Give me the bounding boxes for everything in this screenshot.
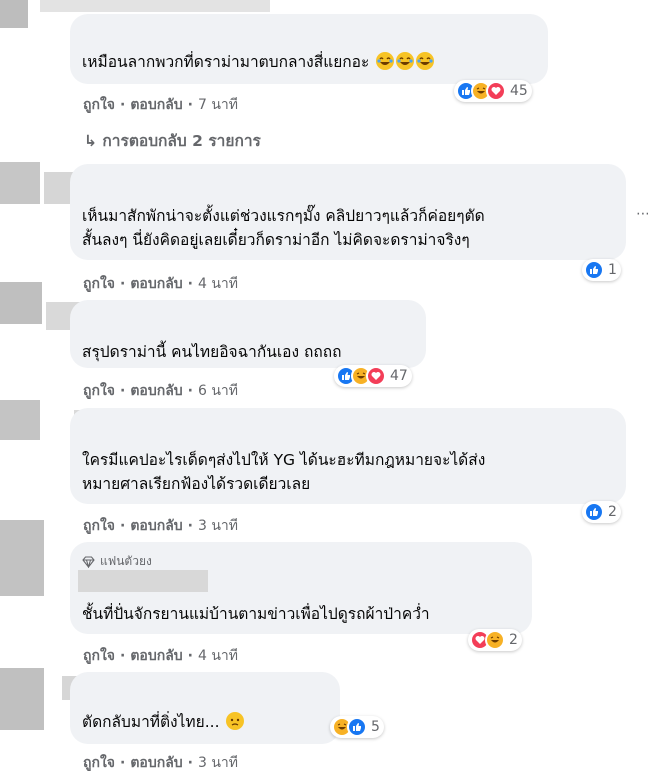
reaction-summary[interactable]: 5: [330, 716, 384, 738]
comment-actions: ถูกใจ · ตอบกลับ · 4 นาที: [83, 645, 238, 667]
reply-button[interactable]: ตอบกลับ: [130, 273, 182, 295]
avatar[interactable]: [0, 162, 40, 204]
like-reaction-icon: [584, 502, 604, 522]
view-replies-link[interactable]: ↳ การตอบกลับ 2 รายการ: [84, 128, 261, 153]
reaction-count: 45: [510, 83, 528, 99]
laughing-crying-emoji: [416, 52, 435, 70]
comment-text: ใครมีแคปอะไรเด็ดๆส่งไปให้ YG ได้นะฮะทีมก…: [82, 451, 486, 493]
separator: ·: [120, 97, 126, 113]
separator: ·: [120, 276, 126, 292]
timestamp[interactable]: 6 นาที: [198, 380, 238, 402]
reaction-summary[interactable]: 2: [582, 501, 621, 523]
separator: ·: [187, 648, 193, 664]
avatar[interactable]: [0, 668, 44, 730]
comment-bubble: แฟนตัวยง ชั้นที่ปั่นจักรยานแม่บ้านตามข่า…: [70, 542, 532, 634]
timestamp[interactable]: 3 นาที: [198, 752, 238, 774]
commenter-name-redacted[interactable]: [78, 570, 208, 592]
comment-actions: ถูกใจ · ตอบกลับ · 6 นาที: [83, 380, 238, 402]
laughing-crying-emoji: [376, 52, 395, 70]
comment-text: เหมือนลากพวกที่ดราม่ามาตบกลางสี่แยกอะ: [82, 50, 435, 74]
comment-bubble: เห็นมาสักพักน่าจะตั้งแต่ช่วงแรกๆมั๊ง คลิ…: [70, 164, 626, 260]
reaction-count: 1: [608, 262, 617, 278]
comment-text: ตัดกลับมาที่ติ่งไทย...: [82, 710, 245, 734]
like-reaction-icon: [347, 717, 367, 737]
reaction-summary[interactable]: 47: [334, 365, 412, 387]
separator: ·: [187, 276, 193, 292]
separator: ·: [187, 383, 193, 399]
reaction-summary[interactable]: 45: [454, 80, 532, 102]
top-fan-badge: แฟนตัวยง: [82, 552, 152, 571]
timestamp[interactable]: 7 นาที: [198, 94, 238, 116]
timestamp[interactable]: 4 นาที: [198, 273, 238, 295]
reaction-summary[interactable]: 1: [582, 259, 621, 281]
like-button[interactable]: ถูกใจ: [83, 273, 115, 295]
comment-actions: ถูกใจ · ตอบกลับ · 7 นาที: [83, 94, 238, 116]
reply-button[interactable]: ตอบกลับ: [130, 515, 182, 537]
like-button[interactable]: ถูกใจ: [83, 752, 115, 774]
reaction-count: 5: [371, 719, 380, 735]
timestamp[interactable]: 3 นาที: [198, 515, 238, 537]
reply-arrow-icon: ↳: [84, 132, 97, 150]
separator: ·: [187, 755, 193, 771]
like-reaction-icon: [584, 260, 604, 280]
sad-face-emoji: [226, 712, 245, 730]
avatar[interactable]: [0, 400, 40, 440]
love-reaction-icon: [366, 366, 386, 386]
avatar[interactable]: [0, 520, 44, 596]
separator: ·: [120, 383, 126, 399]
like-button[interactable]: ถูกใจ: [83, 515, 115, 537]
comment-text: ชั้นที่ปั่นจักรยานแม่บ้านตามข่าวเพื่อไปด…: [82, 605, 430, 623]
reply-button[interactable]: ตอบกลับ: [130, 645, 182, 667]
avatar[interactable]: [0, 282, 42, 324]
comment-bubble: เหมือนลากพวกที่ดราม่ามาตบกลางสี่แยกอะ: [70, 14, 548, 84]
avatar[interactable]: [0, 0, 28, 28]
haha-reaction-icon: [485, 630, 505, 650]
badge-label: แฟนตัวยง: [100, 554, 152, 568]
commenter-name-redacted[interactable]: [40, 0, 270, 12]
comment-actions: ถูกใจ · ตอบกลับ · 3 นาที: [83, 515, 238, 537]
separator: ·: [187, 97, 193, 113]
reply-button[interactable]: ตอบกลับ: [130, 752, 182, 774]
diamond-icon: [82, 555, 95, 568]
reaction-count: 2: [608, 504, 617, 520]
like-button[interactable]: ถูกใจ: [83, 94, 115, 116]
like-button[interactable]: ถูกใจ: [83, 645, 115, 667]
laughing-crying-emoji: [396, 52, 415, 70]
separator: ·: [187, 518, 193, 534]
more-options-icon[interactable]: ⋯: [636, 207, 648, 221]
love-reaction-icon: [486, 81, 506, 101]
comment-text: สรุปดราม่านี้ คนไทยอิจฉากันเอง ถถถถ: [82, 343, 342, 361]
timestamp[interactable]: 4 นาที: [198, 645, 238, 667]
separator: ·: [120, 648, 126, 664]
comment-bubble: สรุปดราม่านี้ คนไทยอิจฉากันเอง ถถถถ: [70, 300, 426, 368]
reply-button[interactable]: ตอบกลับ: [130, 94, 182, 116]
view-replies-label: การตอบกลับ 2 รายการ: [102, 132, 261, 150]
reaction-summary[interactable]: 2: [468, 629, 522, 651]
comment-actions: ถูกใจ · ตอบกลับ · 4 นาที: [83, 273, 238, 295]
separator: ·: [120, 755, 126, 771]
comment-bubble: ใครมีแคปอะไรเด็ดๆส่งไปให้ YG ได้นะฮะทีมก…: [70, 408, 626, 504]
separator: ·: [120, 518, 126, 534]
reply-button[interactable]: ตอบกลับ: [130, 380, 182, 402]
like-button[interactable]: ถูกใจ: [83, 380, 115, 402]
comment-bubble: ตัดกลับมาที่ติ่งไทย...: [70, 672, 340, 744]
comment-actions: ถูกใจ · ตอบกลับ · 3 นาที: [83, 752, 238, 774]
comment-text: เห็นมาสักพักน่าจะตั้งแต่ช่วงแรกๆมั๊ง คลิ…: [82, 207, 485, 249]
reaction-count: 2: [509, 632, 518, 648]
reaction-count: 47: [390, 368, 408, 384]
